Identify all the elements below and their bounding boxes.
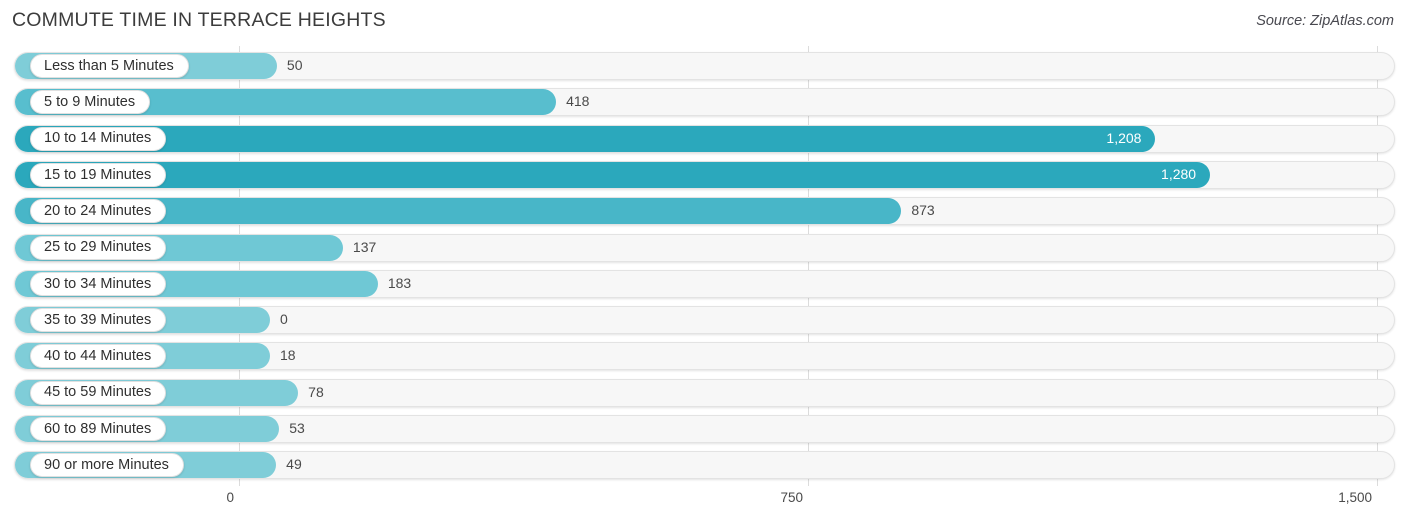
category-label: 40 to 44 Minutes xyxy=(44,348,152,365)
category-label: 20 to 24 Minutes xyxy=(44,202,152,219)
category-pill: 35 to 39 Minutes xyxy=(30,308,167,333)
bar-row[interactable]: 30 to 34 Minutes 183 xyxy=(0,269,1406,299)
value-label: 1,208 xyxy=(1106,129,1142,146)
bar-rows: Less than 5 Minutes 50 5 to 9 Minutes 418 10… xyxy=(0,46,1406,486)
x-axis: 0 750 1,500 xyxy=(0,486,1406,522)
value-label: 418 xyxy=(566,93,590,110)
value-label: 53 xyxy=(289,420,305,436)
x-axis-tick-label: 1,500 xyxy=(1338,490,1372,505)
category-pill: 90 or more Minutes xyxy=(30,453,184,478)
page-title: COMMUTE TIME IN TERRACE HEIGHTS xyxy=(12,9,386,31)
bar-row[interactable]: 35 to 39 Minutes 0 xyxy=(0,305,1406,335)
bar-row[interactable]: 5 to 9 Minutes 418 xyxy=(0,87,1406,117)
plot-area: Less than 5 Minutes 50 5 to 9 Minutes 418 10… xyxy=(0,46,1406,486)
category-label: 90 or more Minutes xyxy=(44,457,169,474)
category-label: 60 to 89 Minutes xyxy=(44,420,152,437)
x-axis-tick-label: 750 xyxy=(780,490,803,505)
value-label: 49 xyxy=(286,456,302,473)
value-label: 1,280 xyxy=(1161,165,1197,182)
x-axis-tick-label: 0 xyxy=(226,490,234,505)
category-label: Less than 5 Minutes xyxy=(44,57,174,74)
bar-row[interactable]: 45 to 59 Minutes 78 xyxy=(0,378,1406,408)
source-attribution: Source: ZipAtlas.com xyxy=(1256,13,1394,29)
value-label: 873 xyxy=(911,202,935,219)
value-label: 18 xyxy=(280,347,296,364)
category-pill: 45 to 59 Minutes xyxy=(30,380,167,405)
bar-row[interactable]: 20 to 24 Minutes 873 xyxy=(0,196,1406,226)
category-pill: 20 to 24 Minutes xyxy=(30,199,167,224)
category-pill: Less than 5 Minutes xyxy=(30,54,189,78)
value-label: 183 xyxy=(387,274,412,291)
value-label: 0 xyxy=(280,311,288,328)
value-bar[interactable] xyxy=(15,125,1156,152)
bar-row[interactable]: 10 to 14 Minutes 1,208 xyxy=(0,124,1406,154)
category-pill: 25 to 29 Minutes xyxy=(30,235,167,260)
category-label: 30 to 34 Minutes xyxy=(44,275,152,292)
chart-header: COMMUTE TIME IN TERRACE HEIGHTS Source: … xyxy=(0,0,1406,46)
category-label: 45 to 59 Minutes xyxy=(44,384,152,401)
bar-row[interactable]: Less than 5 Minutes 50 xyxy=(0,51,1406,81)
category-pill: 40 to 44 Minutes xyxy=(30,344,167,369)
category-pill: 15 to 19 Minutes xyxy=(30,162,167,187)
category-pill: 10 to 14 Minutes xyxy=(30,126,167,151)
value-label: 137 xyxy=(352,238,377,255)
bar-row[interactable]: 40 to 44 Minutes 18 xyxy=(0,341,1406,371)
category-pill: 30 to 34 Minutes xyxy=(30,271,167,296)
bar-row[interactable]: 90 or more Minutes 49 xyxy=(0,450,1406,480)
category-label: 5 to 9 Minutes xyxy=(44,94,136,111)
category-label: 25 to 29 Minutes xyxy=(44,239,152,256)
category-pill: 5 to 9 Minutes xyxy=(30,90,151,115)
value-label: 50 xyxy=(286,57,303,73)
category-label: 15 to 19 Minutes xyxy=(44,166,152,183)
bar-row[interactable]: 25 to 29 Minutes 137 xyxy=(0,233,1406,263)
bar-row[interactable]: 15 to 19 Minutes 1,280 xyxy=(0,160,1406,190)
value-label: 78 xyxy=(308,383,324,400)
bar-row[interactable]: 60 to 89 Minutes 53 xyxy=(0,414,1406,444)
value-bar[interactable] xyxy=(15,161,1211,188)
category-label: 35 to 39 Minutes xyxy=(44,311,152,328)
category-label: 10 to 14 Minutes xyxy=(44,130,152,147)
category-pill: 60 to 89 Minutes xyxy=(30,417,167,441)
